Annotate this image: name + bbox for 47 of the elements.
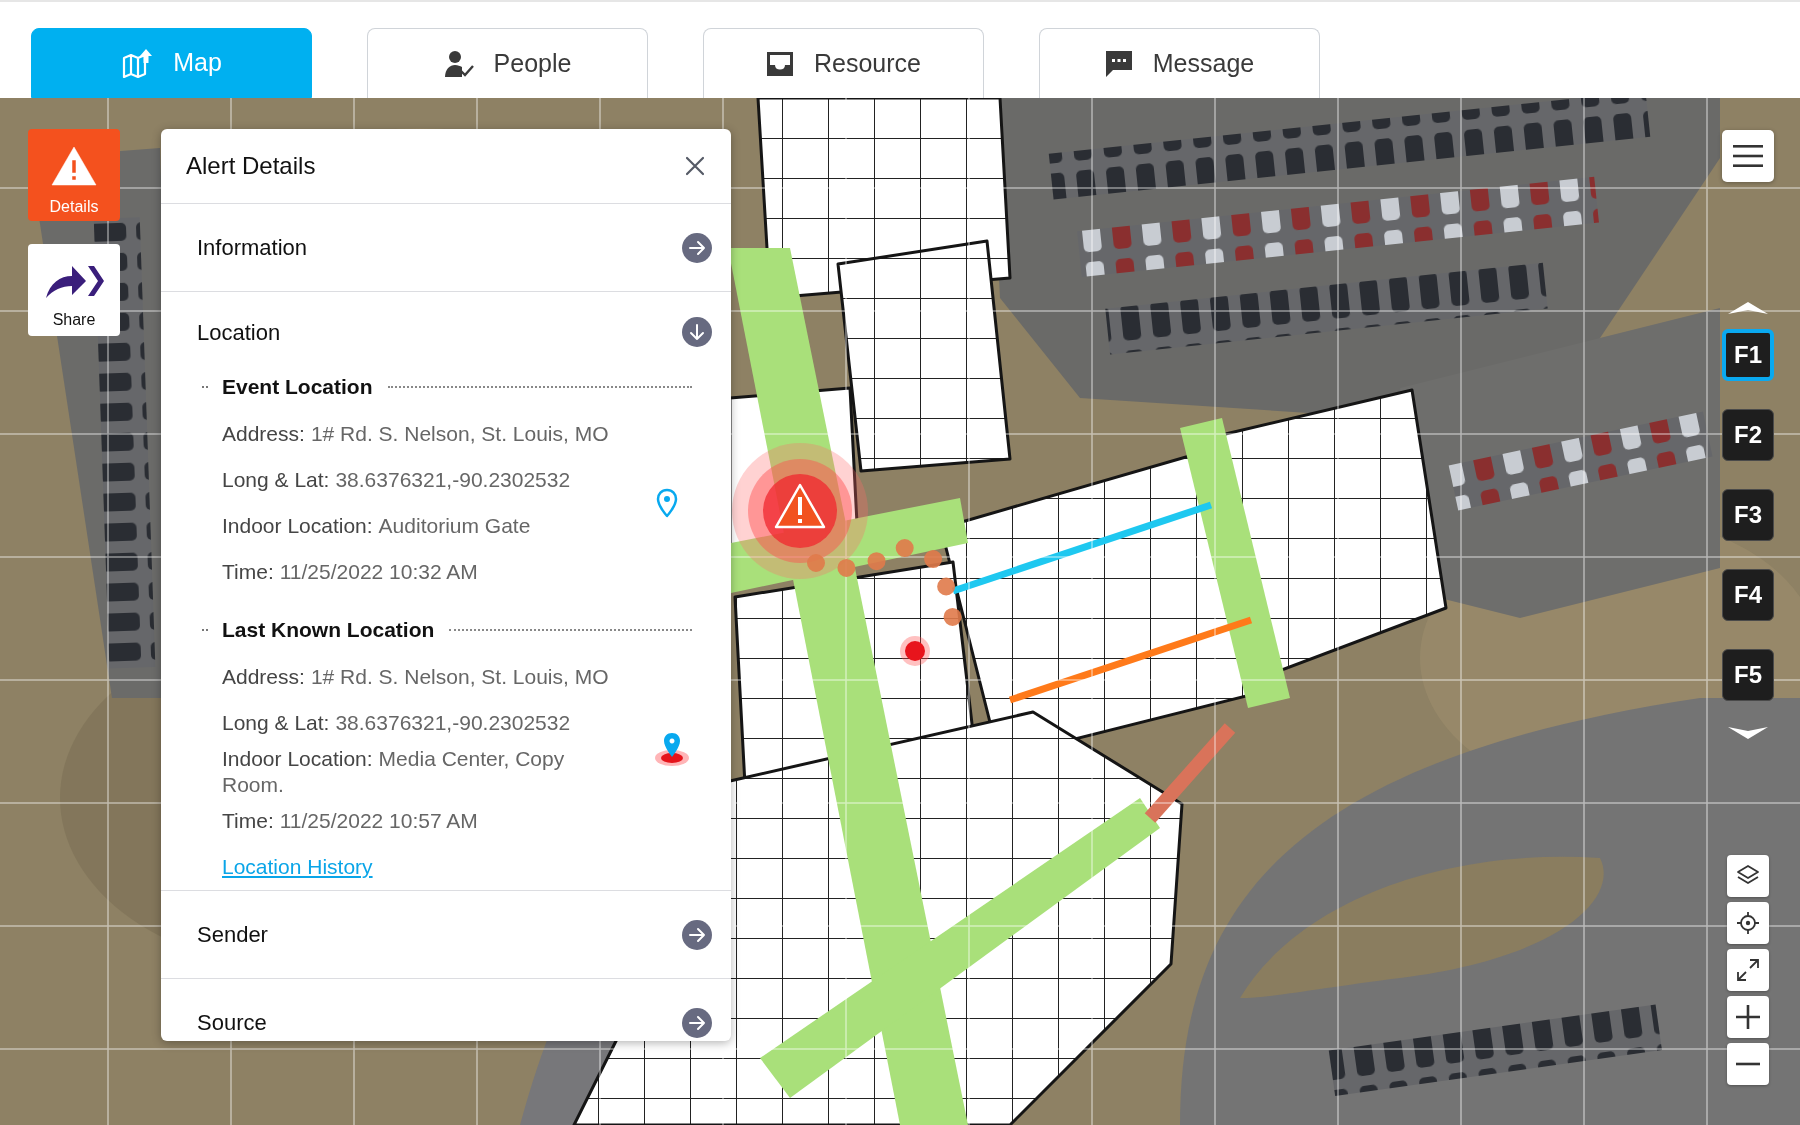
panel-title: Alert Details xyxy=(186,151,316,181)
detail-text: Long & Lat: 38.6376321,-90.2302532 xyxy=(222,467,571,493)
crosshair-icon xyxy=(1736,911,1760,935)
menu-button[interactable] xyxy=(1722,130,1774,182)
person-check-icon xyxy=(443,49,474,78)
floor-button[interactable]: F3 xyxy=(1722,489,1774,541)
detail-text: Long & Lat: 38.6376321,-90.2302532 xyxy=(222,710,571,736)
minus-icon xyxy=(1735,1062,1761,1066)
section-header[interactable]: Location xyxy=(161,292,731,372)
detail-text: Time: 11/25/2022 10:57 AM xyxy=(222,808,478,834)
floor-button[interactable]: F5 xyxy=(1722,649,1774,701)
caret-up-icon[interactable] xyxy=(1728,302,1768,314)
section-header[interactable]: Source xyxy=(161,979,731,1041)
fullscreen-button[interactable] xyxy=(1727,949,1769,991)
floor-button[interactable]: F1 xyxy=(1722,329,1774,381)
zoom-in-button[interactable] xyxy=(1727,996,1769,1038)
share-button[interactable]: Share xyxy=(28,244,120,336)
map-icon xyxy=(121,48,154,78)
subsection-title: Event Location xyxy=(222,374,373,401)
detail-text: Time: 11/25/2022 10:32 AM xyxy=(222,559,478,585)
floor-button[interactable]: F2 xyxy=(1722,409,1774,461)
expand-icon xyxy=(1736,958,1760,982)
tab[interactable]: Resource xyxy=(703,28,984,98)
floor-button[interactable]: F4 xyxy=(1722,569,1774,621)
layers-button[interactable] xyxy=(1727,855,1769,897)
alert-marker-icon[interactable] xyxy=(732,443,868,579)
locate-button[interactable] xyxy=(1727,902,1769,944)
menu-icon xyxy=(1733,145,1763,167)
subsection-title: Last Known Location xyxy=(222,617,435,644)
map-pin-halo-icon[interactable] xyxy=(655,732,689,766)
tab[interactable]: People xyxy=(367,28,648,98)
section-header[interactable]: Information xyxy=(161,204,731,291)
location-dot-icon[interactable] xyxy=(900,636,930,666)
caret-down-icon[interactable] xyxy=(1728,727,1768,739)
chat-icon xyxy=(1104,49,1133,78)
section-header[interactable]: Sender xyxy=(161,891,731,978)
inbox-icon xyxy=(766,50,794,77)
plus-icon xyxy=(1735,1004,1761,1030)
warning-icon xyxy=(51,146,97,186)
tab[interactable]: Message xyxy=(1039,28,1320,98)
detail-text: Indoor Location: Media Center, Copy Room. xyxy=(222,746,566,798)
map-pin-icon[interactable] xyxy=(655,488,679,518)
detail-text: Address: 1# Rd. S. Nelson, St. Louis, MO xyxy=(222,664,609,690)
zoom-out-button[interactable] xyxy=(1727,1043,1769,1085)
detail-text: Address: 1# Rd. S. Nelson, St. Louis, MO xyxy=(222,421,609,447)
close-icon[interactable] xyxy=(685,156,705,176)
detail-text: Indoor Location: Auditorium Gate xyxy=(222,513,531,539)
